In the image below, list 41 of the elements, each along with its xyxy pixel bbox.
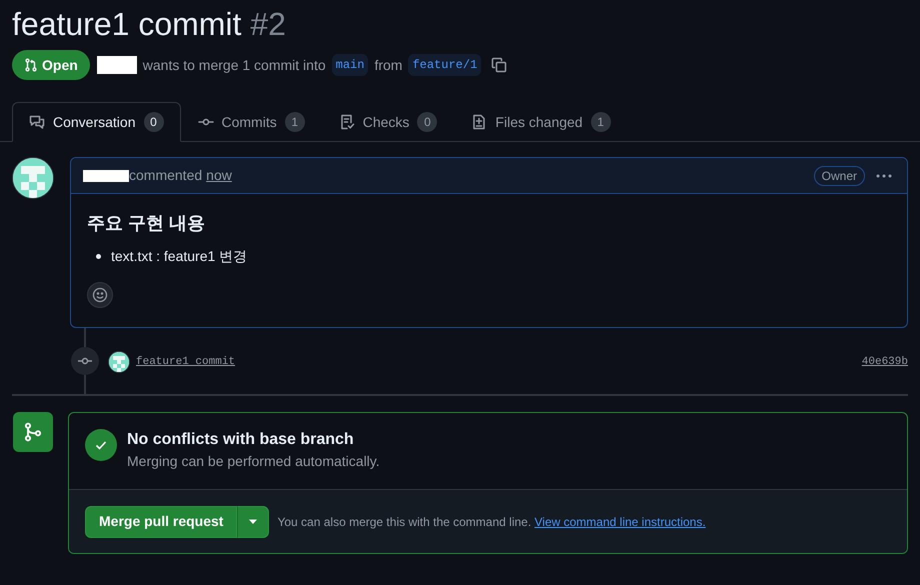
comment-action-text: commented [129,166,202,185]
branch-merge-icon [13,412,53,452]
bullet-item: text.txt : feature1 변경 [111,246,891,266]
check-icon [85,429,117,461]
pr-title: feature1 commit #2 [12,5,287,44]
command-line-hint-text: You can also merge this with the command line. View command line instructions. [277,514,706,530]
count-badge: 0 [417,112,438,132]
tab[interactable]: Checks 0 [322,102,454,142]
copy-icon[interactable] [491,57,508,73]
redaction-block [96,56,137,74]
comment-heading: 주요 구현 내용 [87,212,206,235]
count-badge: 1 [284,112,305,132]
dropdown-caret-button[interactable] [237,506,270,538]
timestamp-link[interactable]: now [206,165,232,186]
caret-icon [248,518,258,524]
merge-status-title: No conflicts with base branch [127,430,355,450]
smiley-icon [92,287,108,303]
tab[interactable]: Conversation 0 [12,102,180,142]
commit-author-avatar [108,351,130,373]
command-line-instructions-link[interactable]: View command line instructions. [534,514,706,528]
count-badge: 1 [590,112,611,132]
commit-sha-link[interactable]: 40e639b [862,354,908,370]
file-diff-icon [471,114,488,130]
open-state-badge: Open [12,50,90,80]
from-text: from [374,56,402,74]
tab[interactable]: Files changed 1 [454,102,628,142]
branch-label[interactable]: feature/1 [408,54,482,76]
merge-summary-text: wants to merge 1 commit into [142,56,326,75]
commit-message-link[interactable]: feature1 commit [136,354,236,370]
tab[interactable]: Commits 1 [180,102,322,142]
add-reaction-button[interactable] [87,282,113,308]
merge-pull-request-button[interactable]: Merge pull request [85,506,238,538]
branch-label[interactable]: main [332,54,368,76]
speech-bubbles-icon [29,114,45,130]
owner-label: Owner [814,166,865,186]
user-avatar [12,157,54,199]
commit-icon [71,347,99,375]
count-badge: 0 [144,112,164,132]
checklist-icon [338,114,355,130]
redaction-block [83,170,129,182]
merge-status-subtitle: Merging can be performed automatically. [127,452,380,471]
